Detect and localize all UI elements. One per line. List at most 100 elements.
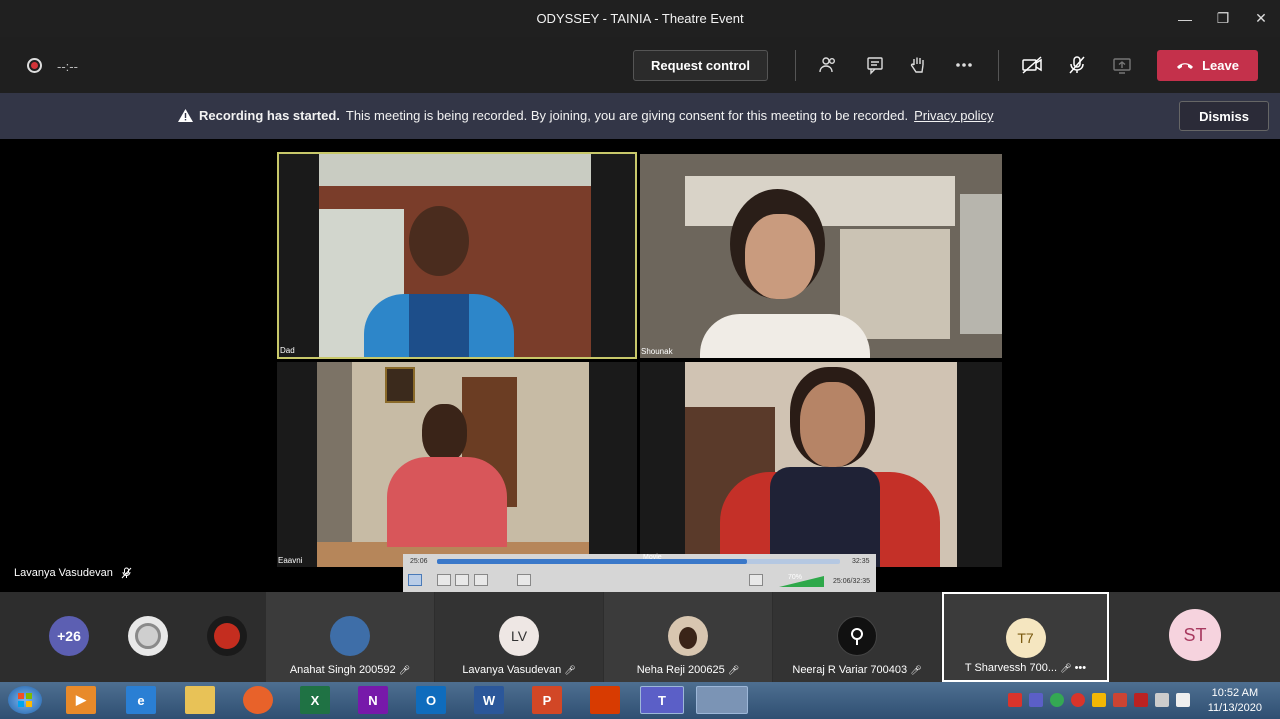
- mic-muted-icon: 🎤︎: [1060, 663, 1072, 673]
- tray-icon[interactable]: [1071, 693, 1085, 707]
- minimize-button[interactable]: —: [1166, 0, 1204, 37]
- more-options-icon[interactable]: [952, 53, 976, 77]
- participant-avatar[interactable]: [128, 616, 168, 656]
- self-view-label: Lavanya Vasudevan: [14, 567, 132, 579]
- participant-tile[interactable]: LV Lavanya Vasudevan 🎤︎: [435, 592, 603, 682]
- media-player-overlay: 25:06 Movie 32:35 70% 25:06/32:35: [403, 554, 876, 592]
- request-control-button[interactable]: Request control: [633, 50, 768, 81]
- player-volume: 70%: [788, 574, 803, 581]
- window-title: ODYSSEY - TAINIA - Theatre Event: [536, 11, 744, 26]
- participant-avatar: [330, 616, 370, 656]
- participant-initials: T7: [1005, 618, 1046, 658]
- volume-icon[interactable]: [1155, 693, 1169, 707]
- video-tile[interactable]: [640, 362, 1002, 567]
- tray-icon[interactable]: [1050, 693, 1064, 707]
- mic-muted-icon: 🎤︎: [910, 665, 922, 675]
- system-tray: [1008, 693, 1190, 707]
- pause-button[interactable]: [408, 574, 422, 586]
- dismiss-button[interactable]: Dismiss: [1179, 101, 1269, 131]
- file-explorer-icon[interactable]: [185, 686, 215, 714]
- participant-name: Neha Reji 200625: [636, 664, 725, 676]
- stop-button[interactable]: [455, 574, 469, 586]
- tray-icon[interactable]: [1113, 693, 1127, 707]
- more-options-icon[interactable]: •••: [1075, 662, 1087, 674]
- maximize-button[interactable]: ❐: [1204, 0, 1242, 37]
- clock-time: 10:52 AM: [1211, 687, 1259, 699]
- mic-muted-icon: [121, 567, 132, 579]
- paint-icon[interactable]: [696, 686, 748, 714]
- share-screen-icon[interactable]: [1110, 53, 1134, 77]
- participant-avatar: [668, 616, 708, 656]
- outlook-icon[interactable]: O: [416, 686, 446, 714]
- mute-toggle[interactable]: [749, 574, 763, 586]
- player-title: Movie: [643, 554, 662, 561]
- participant-tile[interactable]: Neha Reji 200625 🎤︎: [604, 592, 772, 682]
- window-controls: — ❐ ✕: [1166, 0, 1280, 37]
- video-tile[interactable]: Eaavni: [277, 362, 637, 567]
- previous-button[interactable]: [437, 574, 451, 586]
- overflow-group: +26: [0, 592, 265, 682]
- participant-initials: ST: [1169, 609, 1221, 661]
- internet-explorer-icon[interactable]: e: [126, 686, 156, 714]
- meeting-timer: --:--: [57, 59, 78, 74]
- video-tile[interactable]: Dad: [277, 152, 637, 359]
- video-stage: Dad Shounak Eaavni Lavanya Vasudevan 25:…: [0, 139, 1280, 592]
- window-titlebar: ODYSSEY - TAINIA - Theatre Event — ❐ ✕: [0, 0, 1280, 37]
- player-total: 32:35: [852, 558, 870, 565]
- mic-muted-icon: 🎤︎: [398, 665, 411, 675]
- participant-label: Dad: [280, 346, 295, 355]
- media-player-icon[interactable]: ▶: [66, 686, 96, 714]
- meeting-toolbar: --:-- Request control Leave: [0, 37, 1280, 93]
- start-button[interactable]: [8, 686, 42, 714]
- participant-avatar: [837, 616, 877, 656]
- participant-name: Neeraj R Variar 700403: [792, 664, 908, 676]
- leave-button[interactable]: Leave: [1157, 50, 1258, 81]
- tray-icon[interactable]: [1134, 693, 1148, 707]
- onenote-icon[interactable]: N: [358, 686, 388, 714]
- system-clock[interactable]: 10:52 AM 11/13/2020: [1208, 686, 1262, 716]
- close-button[interactable]: ✕: [1242, 0, 1280, 37]
- participant-initials: LV: [499, 616, 539, 656]
- participant-name: Lavanya Vasudevan: [462, 664, 562, 676]
- recording-indicator-icon: [27, 58, 42, 73]
- participant-label: Shounak: [641, 347, 673, 356]
- toolbar-divider: [998, 50, 999, 81]
- next-button[interactable]: [474, 574, 488, 586]
- tray-icon[interactable]: [1008, 693, 1022, 707]
- word-icon[interactable]: W: [474, 686, 504, 714]
- participants-icon[interactable]: [816, 53, 840, 77]
- player-position: 25:06/32:35: [833, 578, 870, 585]
- camera-off-icon[interactable]: [1020, 53, 1044, 77]
- participant-name: Anahat Singh 200592: [289, 664, 396, 676]
- mic-muted-icon: 🎤︎: [727, 665, 740, 675]
- participant-tile[interactable]: ST: [1110, 592, 1280, 682]
- raise-hand-icon[interactable]: [906, 53, 930, 77]
- participant-tile[interactable]: Anahat Singh 200592 🎤︎: [266, 592, 434, 682]
- fullscreen-button[interactable]: [517, 574, 531, 586]
- overflow-count[interactable]: +26: [49, 616, 89, 656]
- player-seek-bar[interactable]: [437, 559, 840, 564]
- chat-icon[interactable]: [863, 53, 887, 77]
- participant-tile[interactable]: Neeraj R Variar 700403 🎤︎: [773, 592, 941, 682]
- hang-up-icon: [1177, 62, 1194, 69]
- participant-avatar[interactable]: [207, 616, 247, 656]
- pdf-app-icon[interactable]: [590, 686, 620, 714]
- privacy-policy-link[interactable]: Privacy policy: [914, 108, 993, 123]
- network-icon[interactable]: [1176, 693, 1190, 707]
- leave-label: Leave: [1202, 58, 1239, 73]
- recording-banner: Recording has started. This meeting is b…: [0, 93, 1280, 139]
- powerpoint-icon[interactable]: P: [532, 686, 562, 714]
- banner-title: Recording has started.: [199, 108, 340, 123]
- banner-message: This meeting is being recorded. By joini…: [345, 108, 909, 123]
- participant-tile-selected[interactable]: T7 T Sharvessh 700... 🎤︎ •••: [942, 592, 1109, 682]
- player-progress-fill: [437, 559, 748, 564]
- excel-icon[interactable]: X: [300, 686, 330, 714]
- mic-off-icon[interactable]: [1065, 53, 1089, 77]
- toolbar-divider: [795, 50, 796, 81]
- teams-icon[interactable]: T: [640, 686, 684, 714]
- windows-taskbar: ▶ e X N O W P T 10:52 AM 11/13/2020: [0, 682, 1280, 719]
- video-tile[interactable]: Shounak: [640, 154, 1002, 358]
- tray-icon[interactable]: [1092, 693, 1106, 707]
- tray-icon[interactable]: [1029, 693, 1043, 707]
- firefox-icon[interactable]: [243, 686, 273, 714]
